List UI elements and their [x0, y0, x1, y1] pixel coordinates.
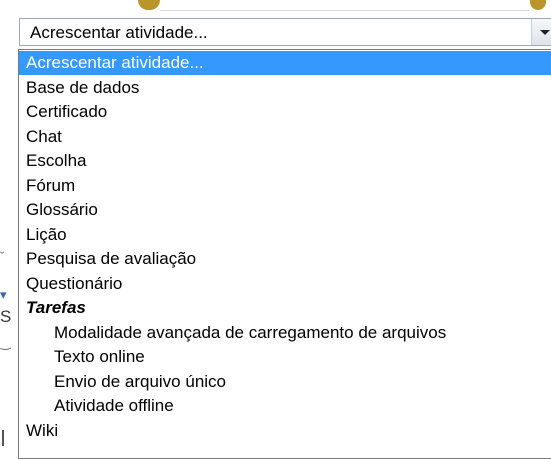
- background-divider: [160, 0, 530, 11]
- dropdown-option[interactable]: Questionário: [19, 272, 551, 296]
- background-ornament: [530, 0, 546, 10]
- dropdown-option[interactable]: Envio de arquivo único: [19, 370, 551, 394]
- dropdown-option[interactable]: Chat: [19, 125, 551, 149]
- dropdown-option[interactable]: Atividade offline: [19, 394, 551, 418]
- background-icon: S: [0, 307, 12, 326]
- dropdown-option[interactable]: Fórum: [19, 174, 551, 198]
- dropdown-option[interactable]: Escolha: [19, 149, 551, 173]
- chevron-down-icon[interactable]: [531, 19, 551, 45]
- dropdown-option[interactable]: Wiki: [19, 419, 551, 443]
- background-ornament: [138, 0, 160, 10]
- activity-select[interactable]: Acrescentar atividade...: [19, 18, 551, 46]
- dropdown-option[interactable]: Texto online: [19, 345, 551, 369]
- dropdown-option[interactable]: Certificado: [19, 100, 551, 124]
- option-group-label: Tarefas: [26, 298, 86, 317]
- dropdown-option[interactable]: Pesquisa de avaliação: [19, 247, 551, 271]
- select-value: Acrescentar atividade...: [30, 23, 208, 42]
- dropdown-option[interactable]: Base de dados: [19, 76, 551, 100]
- background-icon: ▾: [0, 287, 7, 302]
- background-divider: [2, 430, 4, 446]
- dropdown-option[interactable]: Glossário: [19, 198, 551, 222]
- dropdown-option[interactable]: Lição: [19, 223, 551, 247]
- dropdown-option[interactable]: Acrescentar atividade...: [19, 51, 551, 75]
- background-icon: ‿: [0, 335, 11, 350]
- activity-options-list[interactable]: Acrescentar atividade... Base de dados Cer…: [18, 49, 551, 459]
- dropdown-option[interactable]: Modalidade avançada de carregamento de a…: [19, 321, 551, 345]
- background-icon: ˇ: [0, 249, 5, 264]
